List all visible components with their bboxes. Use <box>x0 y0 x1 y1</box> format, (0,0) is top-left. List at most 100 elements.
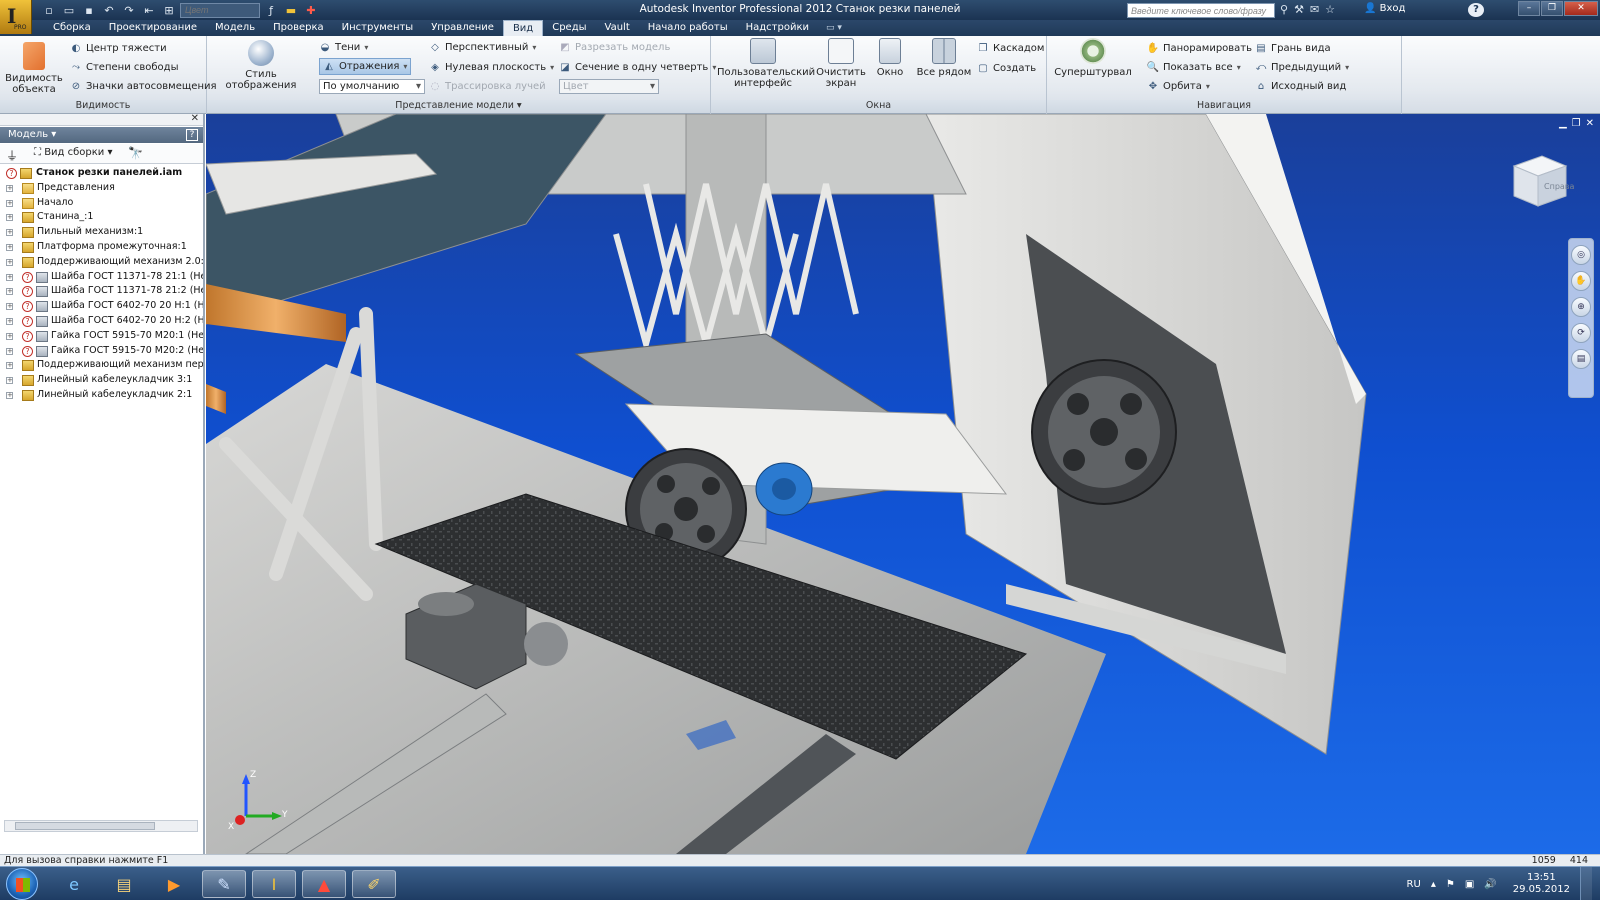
viewport-close-button[interactable]: ✕ <box>1586 118 1594 129</box>
browser-header[interactable]: Модель ▾? <box>0 127 203 143</box>
clean-screen-button[interactable]: Очистить экран <box>813 38 869 89</box>
expand-icon[interactable]: + <box>6 258 13 266</box>
expand-icon[interactable]: + <box>6 288 13 296</box>
expand-icon[interactable]: + <box>6 199 13 207</box>
reflections-button[interactable]: ◭ Отражения ▾ <box>319 58 412 75</box>
tree-node[interactable]: +? Гайка ГОСТ 5915-70 М20:1 (Некорр <box>0 329 203 344</box>
close-button[interactable]: ✕ <box>1564 1 1598 16</box>
tab-tools[interactable]: Инструменты <box>333 20 423 36</box>
expand-icon[interactable]: + <box>6 303 13 311</box>
ibeam-glyphs-button[interactable]: ⊘ Значки автосовмещения <box>70 78 217 95</box>
look-at-button[interactable]: ▤ Грань вида <box>1255 40 1330 57</box>
help-icon[interactable]: ? <box>1468 3 1484 17</box>
binoculars-icon[interactable]: ⚲ <box>1280 3 1288 16</box>
user-interface-button[interactable]: Пользовательский интерфейс <box>717 38 815 89</box>
acrobat-taskbar-icon[interactable]: ▲ <box>302 870 346 898</box>
tree-node[interactable]: + Пильный механизм:1 <box>0 225 203 240</box>
expand-icon[interactable]: + <box>6 347 13 355</box>
ground-plane-button[interactable]: ◈ Нулевая плоскость ▾ <box>429 59 554 76</box>
file-explorer-icon[interactable]: ▤ <box>102 870 146 898</box>
restore-button[interactable]: ❐ <box>1541 1 1563 16</box>
cad-model-render[interactable] <box>206 114 1600 854</box>
expand-icon[interactable]: + <box>6 214 13 222</box>
scrollbar-thumb[interactable] <box>15 822 155 830</box>
favorites-icon[interactable]: ☆ <box>1325 3 1335 16</box>
cut-model-button[interactable]: ◩ Разрезать модель <box>559 39 670 56</box>
tab-inspect[interactable]: Проверка <box>264 20 333 36</box>
tab-view[interactable]: Вид <box>502 20 544 37</box>
volume-icon[interactable]: 🔊 <box>1484 879 1496 890</box>
viewcube[interactable]: Справа <box>1508 150 1574 210</box>
tab-addins[interactable]: Надстройки <box>737 20 818 36</box>
degrees-of-freedom-button[interactable]: ⤳ Степени свободы <box>70 59 178 76</box>
cascade-button[interactable]: ❐ Каскадом <box>977 40 1045 57</box>
ray-tracing-button[interactable]: ◌ Трассировка лучей <box>429 78 546 95</box>
hand-icon[interactable]: ✋ <box>1571 271 1591 291</box>
steering-wheel-icon[interactable]: ◎ <box>1571 245 1591 265</box>
new-window-button[interactable]: ▢ Создать <box>977 60 1036 77</box>
tab-get-started[interactable]: Начало работы <box>639 20 737 36</box>
look-at-icon[interactable]: ▤ <box>1571 349 1591 369</box>
tab-manage[interactable]: Управление <box>422 20 503 36</box>
tree-node[interactable]: +? Шайба ГОСТ 6402-70 20 Н:2 (Неко <box>0 314 203 329</box>
tab-model[interactable]: Модель <box>206 20 264 36</box>
expand-icon[interactable]: + <box>6 332 13 340</box>
tree-node[interactable]: + Линейный кабелеукладчик 3:1 <box>0 373 203 388</box>
start-button[interactable] <box>6 868 38 900</box>
help-icon[interactable]: ? <box>186 129 198 141</box>
viewport-restore-button[interactable]: ❐ <box>1572 118 1581 129</box>
perspective-button[interactable]: ◇ Перспективный ▾ <box>429 39 536 56</box>
tab-assembly[interactable]: Сборка <box>44 20 100 36</box>
media-player-icon[interactable]: ▶ <box>152 870 196 898</box>
binoculars-icon[interactable]: 🔭 <box>128 146 143 160</box>
steering-wheel-button[interactable]: Суперштурвал <box>1053 38 1133 78</box>
tree-node[interactable]: + Платформа промежуточная:1 <box>0 240 203 255</box>
inventor-taskbar-icon[interactable]: ✎ <box>202 870 246 898</box>
center-of-gravity-button[interactable]: ◐ Центр тяжести <box>70 40 167 57</box>
network-icon[interactable]: ▣ <box>1465 879 1474 890</box>
action-center-flag-icon[interactable]: ⚑ <box>1446 879 1455 890</box>
expand-icon[interactable]: + <box>6 317 13 325</box>
tree-node[interactable]: +? Шайба ГОСТ 6402-70 20 Н:1 (Неко <box>0 299 203 314</box>
shadows-button[interactable]: ◒ Тени ▾ <box>319 39 369 56</box>
filter-icon[interactable]: ⏚ <box>6 147 18 164</box>
close-icon[interactable]: ✕ <box>191 113 199 124</box>
orbit-button[interactable]: ✥ Орбита ▾ <box>1147 78 1210 95</box>
design-review-taskbar-icon[interactable]: ✐ <box>352 870 396 898</box>
tile-all-button[interactable]: Все рядом <box>915 38 973 78</box>
tree-node[interactable]: +? Шайба ГОСТ 11371-78 21:2 (Некор <box>0 284 203 299</box>
internet-explorer-icon[interactable]: e <box>52 870 96 898</box>
graphics-window[interactable]: ▁ ❐ ✕ Справа ◎ ✋ ⊕ ⟳ ▤ Z Y X <box>206 114 1600 854</box>
application-menu-button[interactable]: I PRO <box>0 0 32 34</box>
object-visibility-button[interactable]: Видимость объекта <box>4 38 64 95</box>
tree-node[interactable]: + Поддерживающий механизм 2.0:1 <box>0 255 203 270</box>
expand-icon[interactable]: + <box>6 391 13 399</box>
switch-window-button[interactable]: Окно <box>871 38 909 78</box>
tree-root-node[interactable]: ? Станок резки панелей.iam <box>0 166 203 181</box>
language-indicator[interactable]: RU <box>1407 879 1421 890</box>
zoom-icon[interactable]: ⊕ <box>1571 297 1591 317</box>
pan-button[interactable]: ✋ Панорамировать <box>1147 40 1252 57</box>
lighting-style-combo[interactable]: По умолчанию <box>319 79 425 94</box>
orbit-icon[interactable]: ⟳ <box>1571 323 1591 343</box>
previous-view-button[interactable]: ⤺ Предыдущий ▾ <box>1255 59 1349 76</box>
minimize-button[interactable]: – <box>1518 1 1540 16</box>
expand-icon[interactable]: + <box>6 243 13 251</box>
ribbon-minimize-toggle[interactable]: ▭ ▾ <box>826 20 842 36</box>
tree-node[interactable]: +? Шайба ГОСТ 11371-78 21:1 (Некор <box>0 270 203 285</box>
inventor-pro-taskbar-icon[interactable]: I <box>252 870 296 898</box>
tab-design[interactable]: Проектирование <box>100 20 206 36</box>
sign-in-button[interactable]: 👤 Вход <box>1364 3 1405 14</box>
visual-style-button[interactable]: Стиль отображения <box>215 38 307 91</box>
assembly-view-dropdown[interactable]: ⛶ Вид сборки ▾ <box>34 147 113 158</box>
expand-icon[interactable]: + <box>6 229 13 237</box>
show-desktop-button[interactable] <box>1580 867 1592 900</box>
expand-icon[interactable]: + <box>6 377 13 385</box>
tree-node[interactable]: + Поддерживающий механизм передний <box>0 358 203 373</box>
browser-horizontal-scrollbar[interactable] <box>4 820 198 832</box>
system-clock[interactable]: 13:51 29.05.2012 <box>1513 872 1570 896</box>
viewport-minimize-button[interactable]: ▁ <box>1559 118 1567 129</box>
search-input[interactable] <box>1127 3 1275 18</box>
home-view-button[interactable]: ⌂ Исходный вид <box>1255 78 1347 95</box>
quarter-section-button[interactable]: ◪ Сечение в одну четверть ▾ <box>559 59 716 76</box>
